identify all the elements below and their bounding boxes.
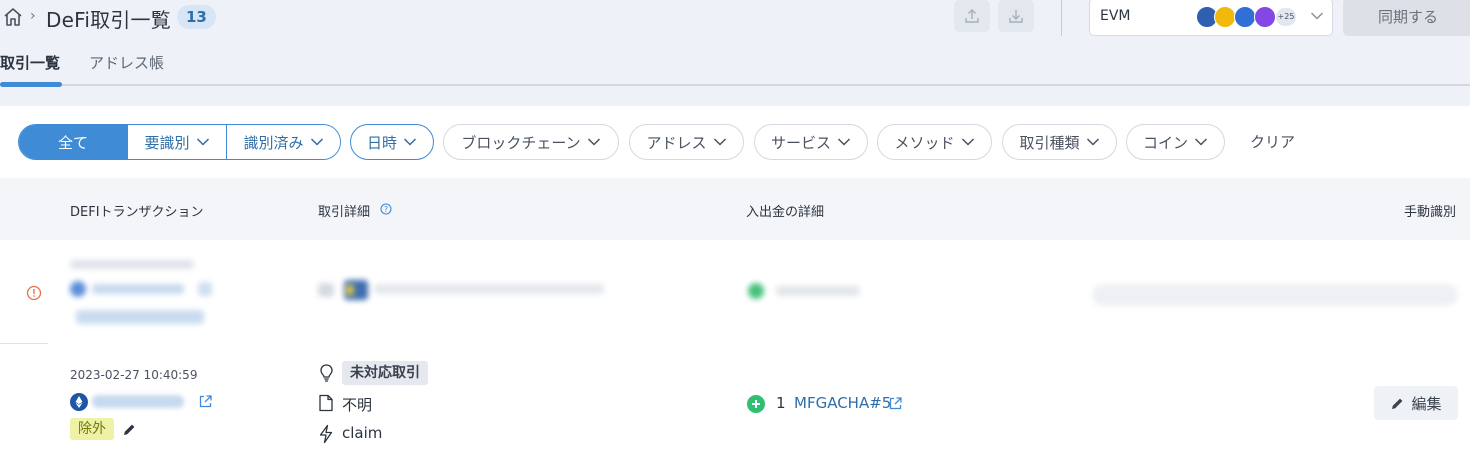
- pencil-icon[interactable]: [122, 422, 137, 437]
- transaction-count-badge: 13: [177, 5, 216, 29]
- download-icon: [1009, 10, 1023, 23]
- plus-circle-icon: [747, 395, 765, 413]
- filter-all[interactable]: 全て: [19, 125, 127, 159]
- filter-coin-label: コイン: [1142, 133, 1188, 152]
- chevron-down-icon: [587, 138, 600, 146]
- pencil-icon: [1392, 398, 1403, 409]
- chevron-down-icon: [310, 138, 323, 146]
- bnb-icon: [1214, 6, 1236, 28]
- upload-icon: [965, 9, 979, 23]
- clear-filters-button[interactable]: クリア: [1250, 131, 1295, 152]
- chevron-down-icon: [837, 138, 851, 146]
- tabs-baseline: [0, 84, 1470, 86]
- home-icon[interactable]: [2, 6, 24, 28]
- filter-unidentified-label: 要識別: [144, 133, 190, 152]
- filter-address[interactable]: アドレス: [629, 124, 744, 160]
- upload-button[interactable]: [954, 0, 990, 32]
- chain-icons: +25: [1196, 6, 1296, 28]
- chevron-down-icon: [403, 138, 417, 146]
- filter-transaction-type-label: 取引種類: [1019, 133, 1080, 152]
- active-tab-indicator: [0, 82, 62, 87]
- chain-c-icon: [1234, 6, 1256, 28]
- filter-service[interactable]: サービス: [754, 124, 868, 160]
- lightbulb-icon: [320, 364, 333, 382]
- external-link-icon[interactable]: [888, 396, 903, 411]
- tab-address-book[interactable]: アドレス帳: [89, 52, 164, 73]
- chain-select-value: EVM: [1100, 8, 1131, 24]
- table-header: [0, 178, 1470, 240]
- chevron-down-icon: [1310, 12, 1324, 20]
- column-header-transaction-details: 取引詳細: [318, 201, 370, 220]
- filter-method-label: メソッド: [894, 133, 955, 152]
- filter-coin[interactable]: コイン: [1126, 124, 1225, 160]
- filter-blockchain-label: ブロックチェーン: [461, 133, 581, 152]
- row-separator: [0, 343, 48, 344]
- filter-unidentified[interactable]: 要識別: [127, 125, 226, 159]
- page-title: DeFi取引一覧: [46, 8, 171, 32]
- help-icon[interactable]: ?: [380, 203, 392, 215]
- transaction-date: 2023-02-27 10:40:59: [70, 368, 198, 382]
- filter-identified[interactable]: 識別済み: [226, 125, 340, 159]
- polygon-icon: [1254, 6, 1276, 28]
- more-chains-badge: +25: [1276, 8, 1296, 26]
- filter-blockchain[interactable]: ブロックチェーン: [443, 124, 619, 160]
- asset-link[interactable]: MFGACHA#5: [794, 394, 891, 412]
- download-button[interactable]: [998, 0, 1034, 32]
- sync-button[interactable]: 同期する: [1343, 0, 1470, 36]
- document-icon: [319, 394, 333, 412]
- filter-service-label: サービス: [770, 133, 831, 152]
- column-header-defi-transaction: DEFIトランザクション: [70, 205, 204, 220]
- transaction-type-badge: 未対応取引: [342, 361, 428, 385]
- edit-button[interactable]: 編集: [1374, 386, 1458, 420]
- edit-button-label: 編集: [1411, 394, 1442, 413]
- filter-identified-label: 識別済み: [243, 133, 304, 152]
- filter-transaction-type[interactable]: 取引種類: [1002, 124, 1117, 160]
- filter-address-label: アドレス: [646, 133, 707, 152]
- breadcrumb-separator: ›: [30, 8, 36, 24]
- header-divider: [1061, 0, 1062, 36]
- filter-method[interactable]: メソッド: [877, 124, 992, 160]
- status-badge: 除外: [70, 418, 114, 440]
- column-header-manual-identification: 手動識別: [1404, 205, 1457, 220]
- filter-date-label: 日時: [366, 133, 397, 152]
- external-link-icon[interactable]: [198, 394, 213, 409]
- chevron-down-icon: [961, 138, 974, 146]
- column-header-transaction-details-label: 取引詳細: [318, 205, 371, 220]
- column-header-inout-details: 入出金の詳細: [746, 205, 825, 220]
- chevron-down-icon: [1194, 138, 1208, 146]
- method-name: claim: [342, 424, 383, 442]
- tab-transactions[interactable]: 取引一覧: [0, 52, 60, 73]
- chevron-down-icon: [713, 138, 726, 146]
- blurred-row-content: [0, 240, 1470, 344]
- asset-quantity: 1: [776, 394, 786, 412]
- filter-date[interactable]: 日時: [350, 124, 434, 160]
- chain-select[interactable]: EVM +25: [1089, 0, 1333, 36]
- lightning-icon: [319, 424, 333, 444]
- chevron-down-icon: [1086, 138, 1099, 146]
- ethereum-icon: [70, 393, 88, 411]
- transaction-type: 不明: [342, 396, 373, 414]
- svg-text:?: ?: [384, 205, 388, 214]
- address-link-blurred[interactable]: [92, 395, 184, 408]
- identification-filter-group: 全て 要識別 識別済み: [18, 124, 341, 160]
- chevron-down-icon: [196, 138, 209, 146]
